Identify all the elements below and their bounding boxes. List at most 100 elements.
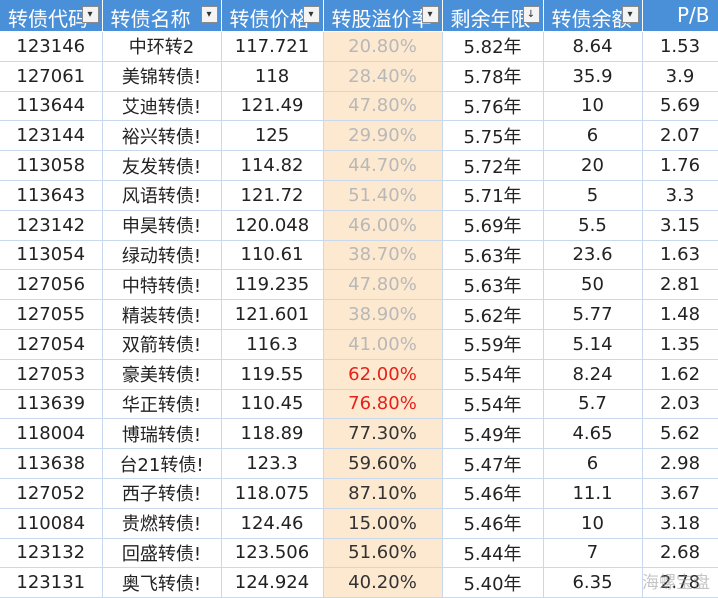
cell-code[interactable]: 127054	[0, 329, 103, 360]
cell-price[interactable]: 119.235	[221, 269, 324, 301]
cell-premium[interactable]: 15.00%	[323, 508, 443, 539]
cell-code[interactable]: 127052	[0, 478, 103, 509]
cell-years[interactable]: 5.46年	[442, 478, 544, 509]
cell-name[interactable]: 裕兴转债!	[102, 120, 222, 152]
cell-name[interactable]: 奥飞转债!	[102, 567, 222, 598]
cell-name[interactable]: 友发转债!	[102, 150, 222, 181]
cell-price[interactable]: 121.601	[221, 299, 324, 330]
cell-years[interactable]: 5.78年	[442, 61, 544, 92]
cell-balance[interactable]: 11.1	[543, 478, 643, 509]
cell-code[interactable]: 123132	[0, 538, 103, 569]
cell-balance[interactable]: 6	[543, 120, 643, 152]
cell-code[interactable]: 123131	[0, 567, 103, 598]
cell-balance[interactable]: 35.9	[543, 61, 643, 92]
cell-price[interactable]: 118.89	[221, 418, 324, 450]
cell-pb[interactable]: 3.9	[642, 61, 718, 92]
column-header-name[interactable]: 转债名称 ▾	[102, 0, 222, 32]
cell-price[interactable]: 118	[221, 61, 324, 92]
cell-price[interactable]: 121.49	[221, 91, 324, 122]
cell-name[interactable]: 中环转2	[102, 31, 222, 62]
column-header-code[interactable]: 转债代码 ▾	[0, 0, 103, 32]
cell-pb[interactable]: 2.03	[642, 389, 718, 420]
cell-premium[interactable]: 38.70%	[323, 240, 443, 271]
cell-premium[interactable]: 51.60%	[323, 538, 443, 569]
column-header-years[interactable]: 剩余年限 ↓	[442, 0, 544, 32]
cell-balance[interactable]: 20	[543, 150, 643, 181]
cell-pb[interactable]: 2.98	[642, 448, 718, 479]
cell-code[interactable]: 127055	[0, 299, 103, 330]
cell-premium[interactable]: 38.90%	[323, 299, 443, 330]
cell-price[interactable]: 118.075	[221, 478, 324, 509]
cell-price[interactable]: 110.45	[221, 389, 324, 420]
cell-price[interactable]: 123.506	[221, 538, 324, 569]
cell-premium[interactable]: 28.40%	[323, 61, 443, 92]
cell-premium[interactable]: 44.70%	[323, 150, 443, 181]
cell-price[interactable]: 123.3	[221, 448, 324, 479]
cell-code[interactable]: 113639	[0, 389, 103, 420]
cell-premium[interactable]: 87.10%	[323, 478, 443, 509]
cell-name[interactable]: 豪美转债!	[102, 359, 222, 390]
cell-years[interactable]: 5.63年	[442, 240, 544, 271]
cell-years[interactable]: 5.44年	[442, 538, 544, 569]
cell-premium[interactable]: 77.30%	[323, 418, 443, 450]
cell-years[interactable]: 5.46年	[442, 508, 544, 539]
cell-price[interactable]: 117.721	[221, 31, 324, 62]
cell-price[interactable]: 125	[221, 120, 324, 152]
cell-balance[interactable]: 7	[543, 538, 643, 569]
cell-code[interactable]: 127061	[0, 61, 103, 92]
cell-balance[interactable]: 6	[543, 448, 643, 479]
cell-price[interactable]: 119.55	[221, 359, 324, 390]
cell-price[interactable]: 120.048	[221, 210, 324, 241]
cell-name[interactable]: 西子转债!	[102, 478, 222, 509]
cell-premium[interactable]: 76.80%	[323, 389, 443, 420]
cell-code[interactable]: 113054	[0, 240, 103, 271]
cell-name[interactable]: 风语转债!	[102, 180, 222, 211]
column-header-price[interactable]: 转债价格 ▾	[221, 0, 324, 32]
cell-balance[interactable]: 5.77	[543, 299, 643, 330]
cell-years[interactable]: 5.72年	[442, 150, 544, 181]
cell-balance[interactable]: 5	[543, 180, 643, 211]
cell-code[interactable]: 127056	[0, 269, 103, 301]
cell-balance[interactable]: 10	[543, 91, 643, 122]
cell-premium[interactable]: 47.80%	[323, 91, 443, 122]
cell-premium[interactable]: 46.00%	[323, 210, 443, 241]
cell-pb[interactable]: 3.15	[642, 210, 718, 241]
cell-balance[interactable]: 5.5	[543, 210, 643, 241]
cell-years[interactable]: 5.82年	[442, 31, 544, 62]
cell-pb[interactable]: 1.35	[642, 329, 718, 360]
cell-code[interactable]: 113058	[0, 150, 103, 181]
cell-years[interactable]: 5.47年	[442, 448, 544, 479]
cell-pb[interactable]: 5.62	[642, 418, 718, 450]
cell-name[interactable]: 贵燃转债!	[102, 508, 222, 539]
cell-pb[interactable]: 3.67	[642, 478, 718, 509]
cell-code[interactable]: 113643	[0, 180, 103, 211]
cell-years[interactable]: 5.40年	[442, 567, 544, 598]
cell-code[interactable]: 113638	[0, 448, 103, 479]
cell-name[interactable]: 申昊转债!	[102, 210, 222, 241]
cell-code[interactable]: 113644	[0, 91, 103, 122]
cell-balance[interactable]: 6.35	[543, 567, 643, 598]
cell-balance[interactable]: 5.7	[543, 389, 643, 420]
cell-name[interactable]: 博瑞转债!	[102, 418, 222, 450]
cell-pb[interactable]: 5.69	[642, 91, 718, 122]
cell-name[interactable]: 双箭转债!	[102, 329, 222, 360]
cell-pb[interactable]: 1.48	[642, 299, 718, 330]
cell-pb[interactable]: 3.3	[642, 180, 718, 211]
cell-years[interactable]: 5.71年	[442, 180, 544, 211]
cell-balance[interactable]: 4.65	[543, 418, 643, 450]
cell-years[interactable]: 5.75年	[442, 120, 544, 152]
funnel-icon[interactable]: ▾	[302, 6, 320, 23]
cell-premium[interactable]: 29.90%	[323, 120, 443, 152]
cell-years[interactable]: 5.49年	[442, 418, 544, 450]
cell-years[interactable]: 5.62年	[442, 299, 544, 330]
column-header-balance[interactable]: 转债余额 ▾	[543, 0, 643, 32]
cell-price[interactable]: 114.82	[221, 150, 324, 181]
cell-name[interactable]: 华正转债!	[102, 389, 222, 420]
cell-price[interactable]: 116.3	[221, 329, 324, 360]
cell-name[interactable]: 精装转债!	[102, 299, 222, 330]
cell-price[interactable]: 121.72	[221, 180, 324, 211]
cell-pb[interactable]: 1.62	[642, 359, 718, 390]
sort-desc-icon[interactable]: ↓	[522, 6, 540, 23]
cell-code[interactable]: 118004	[0, 418, 103, 450]
cell-code[interactable]: 123144	[0, 120, 103, 152]
